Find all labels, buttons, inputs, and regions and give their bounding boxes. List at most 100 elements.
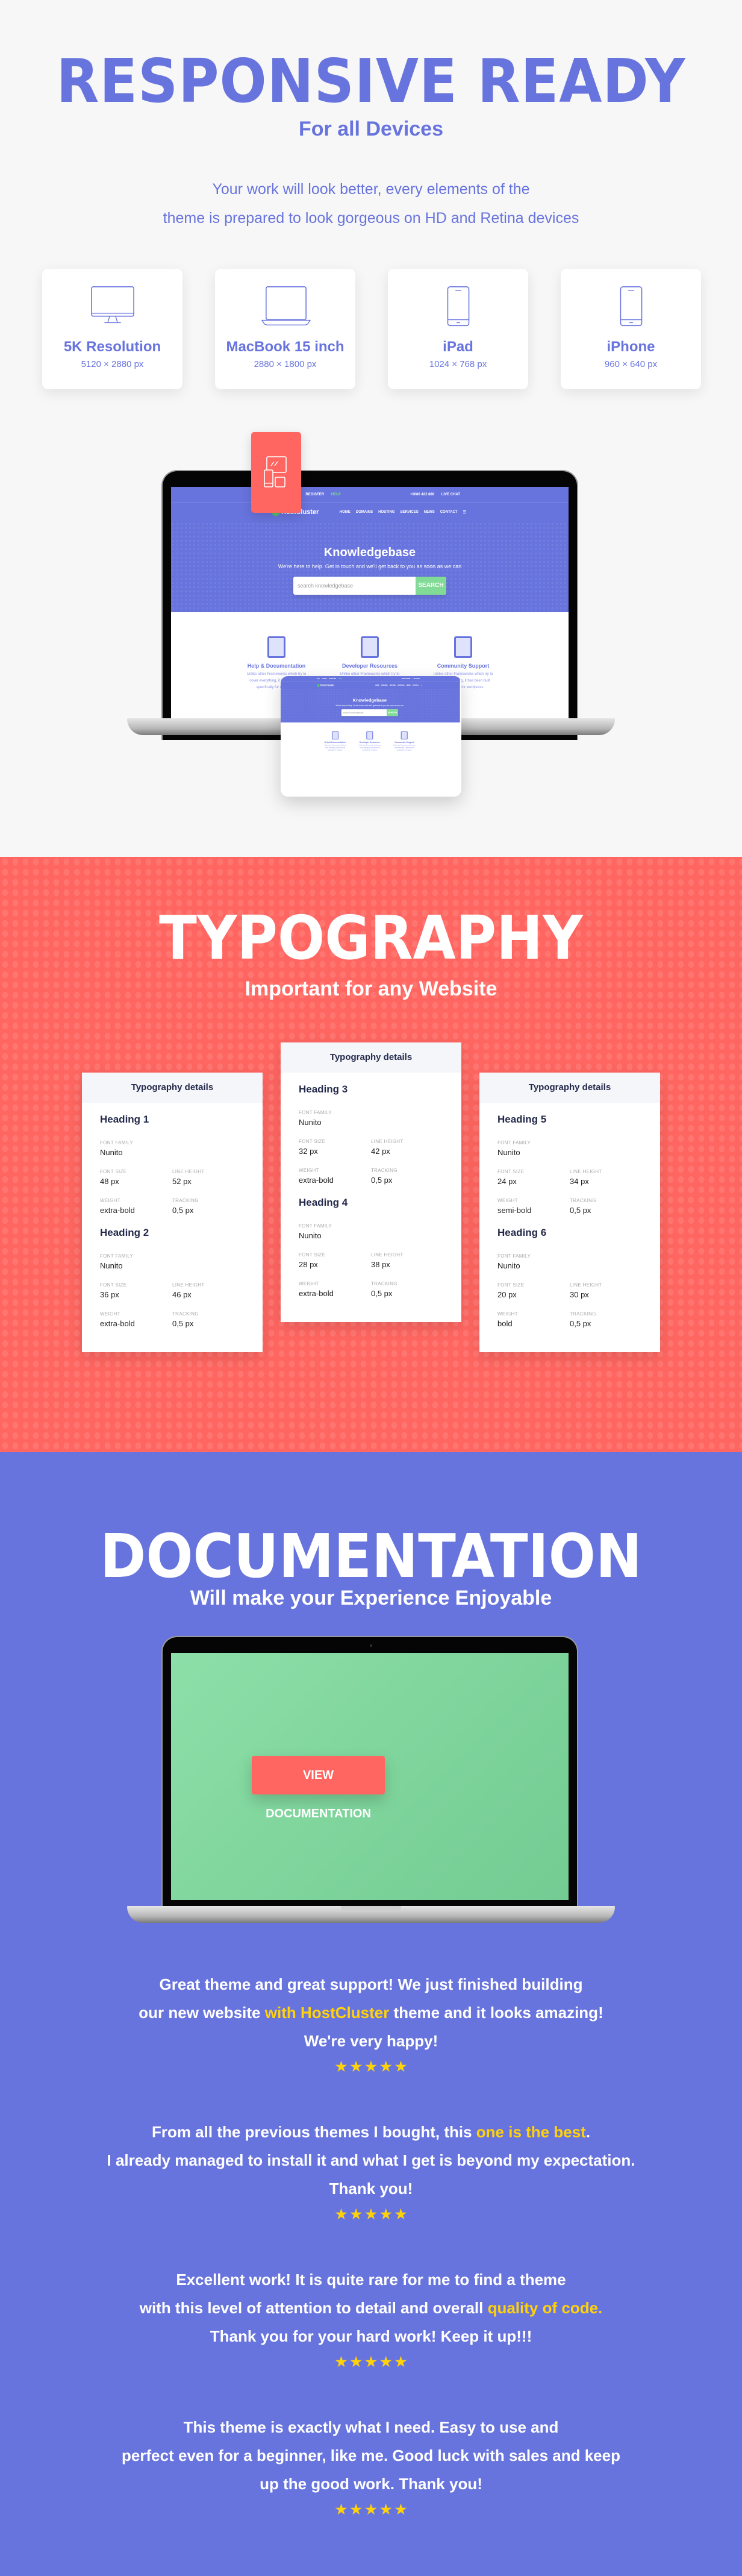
preview-nav-home[interactable]: HOME [340,510,351,515]
property-value: extra-bold [299,1176,334,1185]
device-card-5k[interactable]: 5K Resolution 5120 × 2880 px [42,269,182,389]
preview-search: search knowledgebase SEARCH [293,577,446,595]
star-rating: ★ ★ ★ ★ ★ [0,2503,742,2516]
property-value: 32 px [299,1147,318,1156]
preview-help[interactable]: HELP [331,493,341,497]
intro-line-1: Your work will look better, every elemen… [212,181,530,198]
property-value: Nunito [100,1261,123,1270]
preview-logo[interactable]: HostCluster [317,683,334,688]
preview-register[interactable]: REGISTER [305,493,324,497]
star-icon: ★ [365,2059,377,2074]
testimonial: From all the previous themes I bought, t… [0,2118,742,2221]
testimonial-text: up the good work. Thank you! [260,2475,482,2493]
feature-desc: Unlike other Frameworks which try to cov… [393,744,416,751]
feature-title: Developer Resources [341,663,398,669]
preview-nav-news[interactable]: NEWS [424,510,435,515]
typo-property: LINE HEIGHT 42 px [371,1139,443,1156]
device-resolution: 1024 × 768 px [429,359,487,369]
property-label: FONT FAMILY [299,1223,332,1229]
preview-search-input[interactable]: search knowledgebase [341,709,387,716]
property-label: FONT FAMILY [497,1140,531,1145]
testimonial: Great theme and great support! We just f… [0,1970,742,2073]
preview-live-chat[interactable]: LIVE CHAT [441,493,460,497]
heading-name: Heading 4 [299,1197,348,1208]
heading-name: Heading 3 [299,1083,348,1095]
preview-nav-hosting[interactable]: HOSTING [390,685,396,686]
device-card-iphone[interactable]: iPhone 960 × 640 px [561,269,701,389]
testimonial-line: I already managed to install it and what… [0,2146,742,2175]
typo-property: FONT SIZE 32 px [299,1139,371,1156]
property-label: LINE HEIGHT [172,1169,205,1174]
property-value: Nunito [299,1118,322,1127]
typo-property: WEIGHT extra-bold [299,1168,371,1185]
preview-hero-subtitle: We're here to help. Get in touch and we'… [278,563,462,569]
testimonial-text: Thank you for your hard work! Keep it up… [210,2327,532,2345]
testimonial-line: with this level of attention to detail a… [0,2294,742,2322]
testimonial-line: Excellent work! It is quite rare for me … [0,2266,742,2294]
star-icon: ★ [350,2502,363,2517]
responsive-intro: Your work will look better, every elemen… [0,175,742,233]
typography-card-header: Typography details [82,1073,263,1103]
heading-spec: Heading 1 FONT FAMILY Nunito FONT SIZE 48 px… [100,1114,245,1215]
typo-property: WEIGHT extra-bold [100,1311,172,1328]
preview-feature: Community Support Unlike other Framework… [391,731,417,789]
testimonial-line: our new website with HostCluster theme a… [0,1999,742,2027]
typo-property: TRACKING 0,5 px [172,1198,245,1215]
documentation-section: DOCUMENTATION Will make your Experience … [0,1452,742,2576]
prop-row: FONT SIZE 20 px LINE HEIGHT 30 px [497,1282,642,1299]
menu-icon[interactable]: ☰ [463,510,466,515]
device-card-macbook[interactable]: MacBook 15 inch 2880 × 1800 px [215,269,355,389]
view-documentation-button[interactable]: VIEW DOCUMENTATION [252,1756,385,1820]
preview-nav-domains[interactable]: DOMAINS [356,510,373,515]
preview-nav-home[interactable]: HOME [375,685,379,686]
prop-row: WEIGHT extra-bold TRACKING 0,5 px [299,1168,443,1185]
preview-search-button[interactable]: SEARCH [386,709,398,716]
laptop-lid: VIEW DOCUMENTATION [161,1636,578,1906]
testimonial-line: From all the previous themes I bought, t… [0,2118,742,2146]
property-value: 46 px [172,1290,192,1299]
highlighted-text: with HostCluster [264,2004,390,2022]
typo-property: TRACKING 0,5 px [570,1198,642,1215]
property-label: FONT SIZE [497,1169,525,1174]
preview-login[interactable]: LOGIN [322,678,326,680]
property-value: 34 px [570,1177,589,1186]
docs-screen-background: VIEW DOCUMENTATION [171,1653,569,1900]
preview-register[interactable]: REGISTER [329,678,336,680]
typo-property: FONT FAMILY Nunito [497,1140,588,1157]
testimonial-text: I already managed to install it and what… [107,2151,635,2169]
preview-nav-contact[interactable]: CONTACT [413,685,419,686]
logo-text: HostCluster [320,684,334,687]
preview-nav-services[interactable]: SERVICES [398,685,404,686]
preview-search-button[interactable]: SEARCH [416,577,446,595]
testimonial-line: Great theme and great support! We just f… [0,1970,742,1999]
preview-search-input[interactable]: search knowledgebase [293,577,416,595]
preview-topbar: EN ▾ LOGIN REGISTER HELP +0080 422 888 L… [171,487,569,503]
typo-property: WEIGHT extra-bold [100,1198,172,1215]
menu-icon[interactable]: ☰ [421,685,422,686]
device-card-ipad[interactable]: iPad 1024 × 768 px [388,269,528,389]
typo-property: LINE HEIGHT 38 px [371,1252,443,1269]
property-value: Nunito [497,1148,520,1157]
star-icon: ★ [350,2207,363,2222]
preview-nav-hosting[interactable]: HOSTING [378,510,394,515]
property-value: 20 px [497,1290,517,1299]
preview-nav-contact[interactable]: CONTACT [440,510,458,515]
testimonial-text: Excellent work! It is quite rare for me … [176,2270,566,2289]
preview-nav-services[interactable]: SERVICES [400,510,418,515]
device-name: iPhone [606,339,655,355]
envelope-gear-icon [267,636,285,658]
star-icon: ★ [379,2354,392,2369]
responsive-subtitle: For all Devices [298,118,443,140]
preview-help[interactable]: HELP [338,678,342,680]
testimonial-text: . [585,2123,591,2141]
preview-lang[interactable]: EN ▾ [317,678,320,680]
star-icon: ★ [379,2502,392,2517]
property-value: extra-bold [100,1319,135,1328]
docs-laptop-mockup: VIEW DOCUMENTATION [127,1636,615,1925]
preview-live-chat[interactable]: LIVE CHAT [413,678,420,680]
typography-card: Typography details Heading 1 FONT FAMILY Nu… [82,1073,263,1352]
preview-nav-news[interactable]: NEWS [407,685,411,686]
star-rating: ★ ★ ★ ★ ★ [0,2208,742,2221]
preview-nav-domains[interactable]: DOMAINS [381,685,387,686]
property-value: 30 px [570,1290,589,1299]
